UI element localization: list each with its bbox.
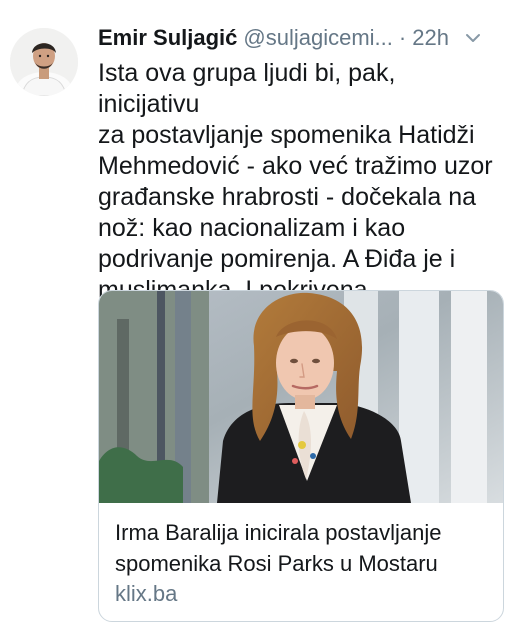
card-title-line: Irma Baralija inicirala postavljanje (115, 520, 442, 545)
profile-photo (10, 28, 78, 96)
tweet-text-line: za postavljanje spomenika Hatidži (98, 121, 475, 149)
header-separator: · (398, 25, 407, 50)
card-image[interactable] (99, 291, 503, 503)
card-domain[interactable]: klix.ba (115, 580, 177, 608)
link-card[interactable]: Irma Baralija inicirala postavljanje spo… (98, 290, 504, 622)
author-display-name[interactable]: Emir Suljagić (98, 25, 237, 51)
avatar[interactable] (10, 28, 78, 96)
tweet-text-line: Ista ova grupa ljudi bi, pak, inicijativ… (98, 59, 396, 118)
card-title-line: spomenika Rosi Parks u Mostaru (115, 551, 438, 576)
tweet-timestamp[interactable]: 22h (412, 25, 449, 51)
chevron-down-icon[interactable] (463, 28, 483, 48)
tweet-body: Ista ova grupa ljudi bi, pak, inicijativ… (98, 58, 498, 306)
article-photo (99, 291, 503, 503)
tweet-header: Emir Suljagić @suljagicemi... · 22h (98, 20, 508, 56)
tweet-text-line: građanske hrabrosti - dočekala na (98, 183, 477, 211)
tweet-text-line: Mehmedović - ako već tražimo uzor (98, 152, 493, 180)
tweet[interactable]: Emir Suljagić @suljagicemi... · 22h Ista… (0, 0, 515, 630)
author-handle[interactable]: @suljagicemi... (243, 25, 393, 51)
tweet-text-line: podrivanje pomirenja. A Điđa je i (98, 245, 456, 273)
card-title[interactable]: Irma Baralija inicirala postavljanje spo… (115, 517, 491, 579)
tweet-text-line: nož: kao nacionalizam i kao (98, 214, 406, 242)
